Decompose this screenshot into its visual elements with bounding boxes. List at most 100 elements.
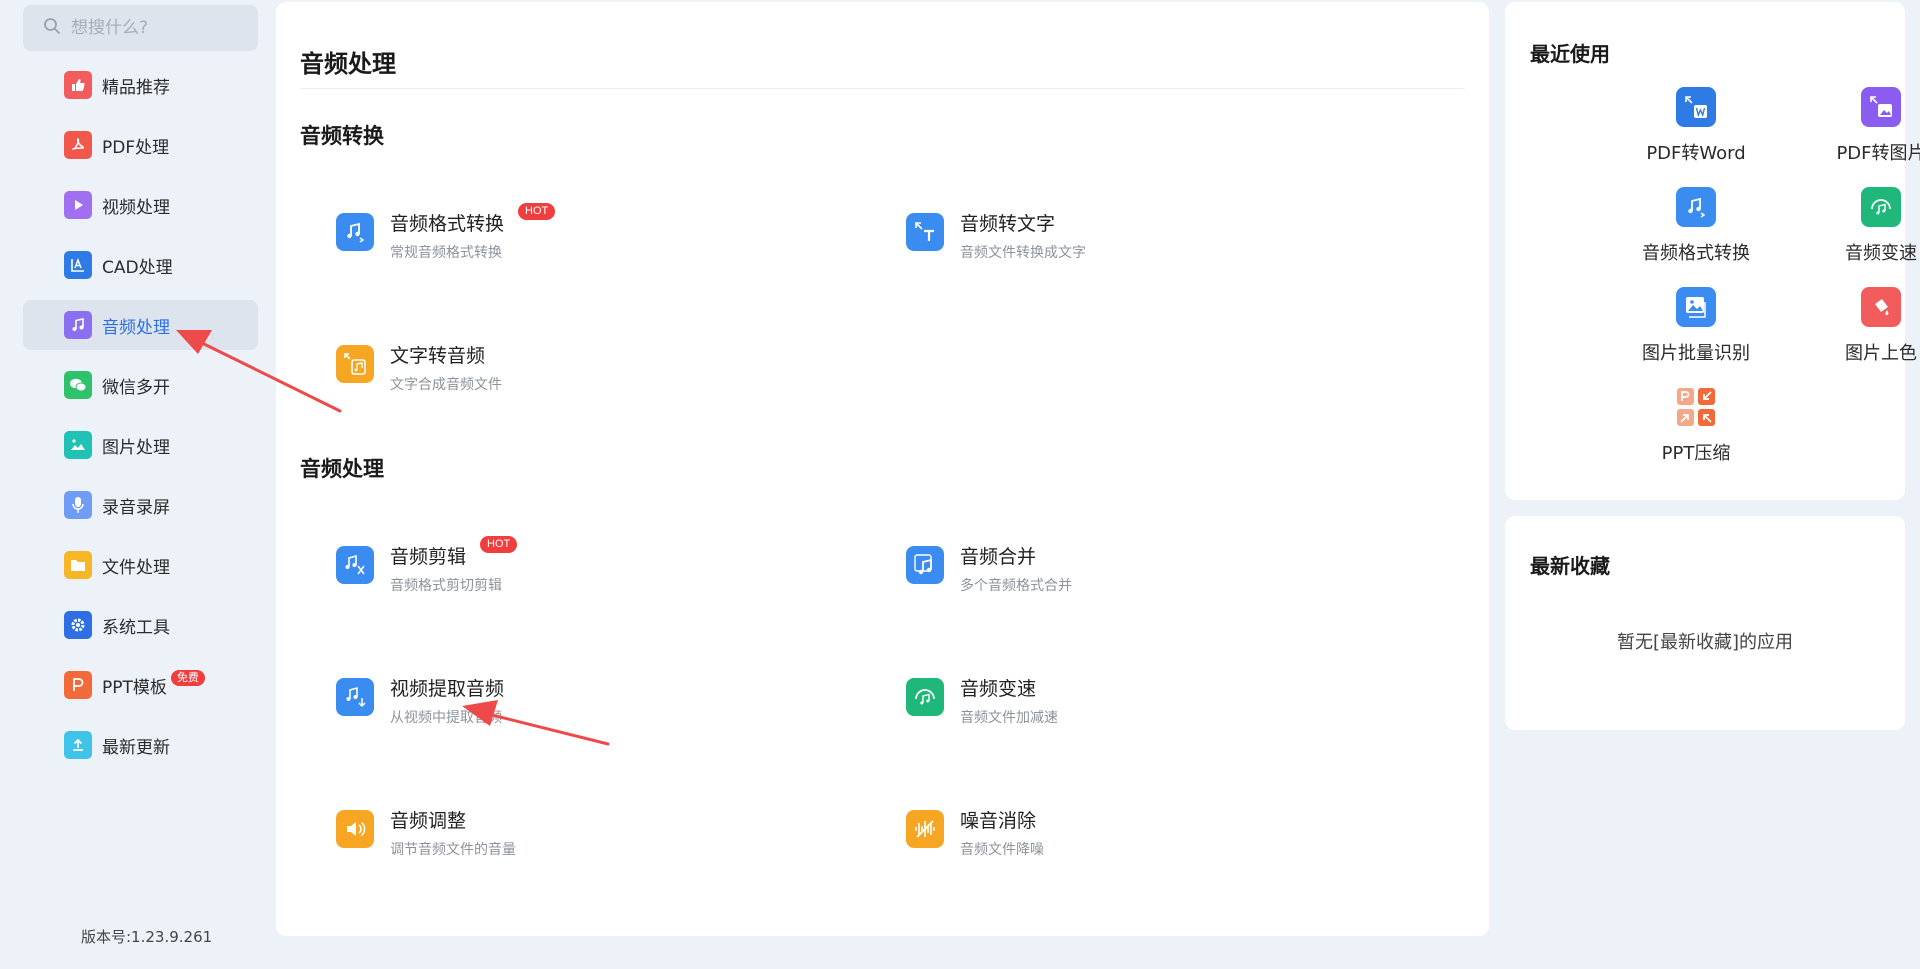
recent-item-image-batch-ocr[interactable]: 图片批量识别 (1611, 287, 1781, 365)
recent-item-pdf-to-word[interactable]: PDF转Word (1611, 87, 1781, 165)
sidebar-item-wechat[interactable]: 微信多开 (23, 360, 258, 410)
tool-desc: 音频文件加减速 (960, 710, 1058, 726)
tool-noise-reduction[interactable]: 噪音消除 音频文件降噪 (906, 806, 1044, 859)
recent-label: PDF转Word (1646, 143, 1746, 164)
tool-desc: 音频文件转换成文字 (960, 245, 1086, 261)
tool-desc: 从视频中提取音频 (390, 710, 502, 726)
recent-label: PPT压缩 (1661, 443, 1731, 464)
search-box[interactable] (23, 5, 258, 51)
image-colorize-icon (1861, 287, 1901, 327)
wechat-icon (64, 371, 92, 399)
microphone-icon (64, 491, 92, 519)
recent-label: PDF转图片 (1836, 143, 1920, 164)
volume-icon (336, 810, 374, 848)
recent-label: 图片上色 (1845, 343, 1917, 364)
ppt-compress-icon (1676, 387, 1716, 427)
sidebar-item-label: 图片处理 (102, 437, 170, 458)
sidebar-item-label: 录音录屏 (102, 497, 170, 518)
recent-label: 音频格式转换 (1642, 243, 1750, 264)
sidebar-item-label: 音频处理 (102, 317, 170, 338)
ppt-icon (64, 671, 92, 699)
search-input[interactable] (71, 18, 251, 38)
pdf-to-word-icon (1676, 87, 1716, 127)
audio-convert-icon (1676, 187, 1716, 227)
tool-text-to-audio[interactable]: 文字转音频 文字合成音频文件 (336, 341, 502, 394)
recent-item-audio-speed[interactable]: 音频变速 (1796, 187, 1920, 265)
recent-item-image-colorize[interactable]: 图片上色 (1796, 287, 1920, 365)
favorites-panel: 最新收藏 暂无[最新收藏]的应用 (1505, 516, 1905, 730)
tool-desc: 调节音频文件的音量 (390, 842, 516, 858)
tool-name: 音频转文字 (960, 213, 1056, 235)
tool-desc: 音频文件降噪 (960, 842, 1044, 858)
tool-audio-merge[interactable]: 音频合并 多个音频格式合并 (906, 542, 1072, 595)
sidebar-item-label: 精品推荐 (102, 77, 170, 98)
thumbs-up-icon (64, 71, 92, 99)
audio-cut-icon (336, 546, 374, 584)
sidebar-item-label: 系统工具 (102, 617, 170, 638)
tool-name: 噪音消除 (960, 810, 1037, 832)
hot-badge: HOT (518, 203, 556, 220)
sidebar-item-label: CAD处理 (102, 257, 173, 278)
sidebar-item-label: 最新更新 (102, 737, 170, 758)
image-batch-icon (1676, 287, 1716, 327)
recent-panel: 最近使用 PDF转Word PDF转图片 音频格式转换 音频变速 图片批量识别 (1505, 2, 1920, 500)
audio-merge-icon (906, 546, 944, 584)
sidebar-item-featured[interactable]: 精品推荐 (23, 60, 258, 110)
recent-item-ppt-compress[interactable]: PPT压缩 (1611, 387, 1781, 465)
tool-audio-format-convert[interactable]: 音频格式转换 HOT 常规音频格式转换 (336, 203, 556, 262)
sidebar-item-cad[interactable]: CAD处理 (23, 240, 258, 290)
pdf-to-image-icon (1861, 87, 1901, 127)
audio-speed-icon (906, 678, 944, 716)
recent-item-pdf-to-image[interactable]: PDF转图片 (1796, 87, 1920, 165)
hot-badge: HOT (480, 536, 518, 553)
section-title-audio-processing: 音频处理 (300, 457, 384, 481)
tool-name: 视频提取音频 (390, 678, 505, 700)
sidebar-item-system-tools[interactable]: 系统工具 (23, 600, 258, 650)
version-label: 版本号:1.23.9.261 (81, 928, 213, 946)
tool-video-extract-audio[interactable]: 视频提取音频 从视频中提取音频 (336, 674, 504, 727)
sidebar: 精品推荐 PDF处理 视频处理 CAD处理 音频处理 (0, 0, 270, 969)
sidebar-item-recording[interactable]: 录音录屏 (23, 480, 258, 530)
recent-label: 图片批量识别 (1642, 343, 1750, 364)
section-title-audio-conversion: 音频转换 (300, 124, 384, 148)
main-panel: 音频处理 音频转换 音频格式转换 HOT 常规音频格式转换 音频转文字 音频文件转… (276, 2, 1489, 936)
audio-speed-icon (1861, 187, 1901, 227)
recent-label: 音频变速 (1845, 243, 1917, 264)
audio-to-text-icon (906, 213, 944, 251)
folder-icon (64, 551, 92, 579)
gear-icon (64, 611, 92, 639)
page-title: 音频处理 (300, 50, 396, 78)
tool-audio-cut[interactable]: 音频剪辑 HOT 音频格式剪切剪辑 (336, 536, 518, 595)
favorites-empty-message: 暂无[最新收藏]的应用 (1616, 632, 1794, 653)
tool-name: 文字转音频 (390, 345, 486, 367)
sidebar-nav: 精品推荐 PDF处理 视频处理 CAD处理 音频处理 微信多开 图片处理 录音录… (23, 60, 258, 780)
image-icon (64, 431, 92, 459)
tool-audio-adjust[interactable]: 音频调整 调节音频文件的音量 (336, 806, 516, 859)
recent-item-audio-format-convert[interactable]: 音频格式转换 (1611, 187, 1781, 265)
tool-name: 音频剪辑 (390, 546, 467, 568)
sidebar-item-label: 文件处理 (102, 557, 170, 578)
sidebar-item-updates[interactable]: 最新更新 (23, 720, 258, 770)
sidebar-item-video[interactable]: 视频处理 (23, 180, 258, 230)
tool-audio-speed[interactable]: 音频变速 音频文件加减速 (906, 674, 1058, 727)
tool-name: 音频合并 (960, 546, 1037, 568)
play-icon (64, 191, 92, 219)
recent-title: 最近使用 (1530, 42, 1610, 66)
video-extract-audio-icon (336, 678, 374, 716)
divider (300, 88, 1465, 89)
audio-convert-icon (336, 213, 374, 251)
pdf-icon (64, 131, 92, 159)
sidebar-item-pdf[interactable]: PDF处理 (23, 120, 258, 170)
tool-audio-to-text[interactable]: 音频转文字 音频文件转换成文字 (906, 209, 1086, 262)
free-badge: 免费 (170, 670, 205, 686)
tool-desc: 多个音频格式合并 (960, 578, 1072, 594)
tool-name: 音频格式转换 (390, 213, 505, 235)
sidebar-item-image[interactable]: 图片处理 (23, 420, 258, 470)
sidebar-item-files[interactable]: 文件处理 (23, 540, 258, 590)
sidebar-item-audio[interactable]: 音频处理 (23, 300, 258, 350)
search-icon (43, 17, 61, 39)
sidebar-item-ppt-templates[interactable]: PPT模板 免费 (23, 660, 258, 710)
sidebar-item-label: PDF处理 (102, 137, 170, 158)
tool-desc: 常规音频格式转换 (390, 245, 502, 261)
tool-desc: 音频格式剪切剪辑 (390, 578, 502, 594)
